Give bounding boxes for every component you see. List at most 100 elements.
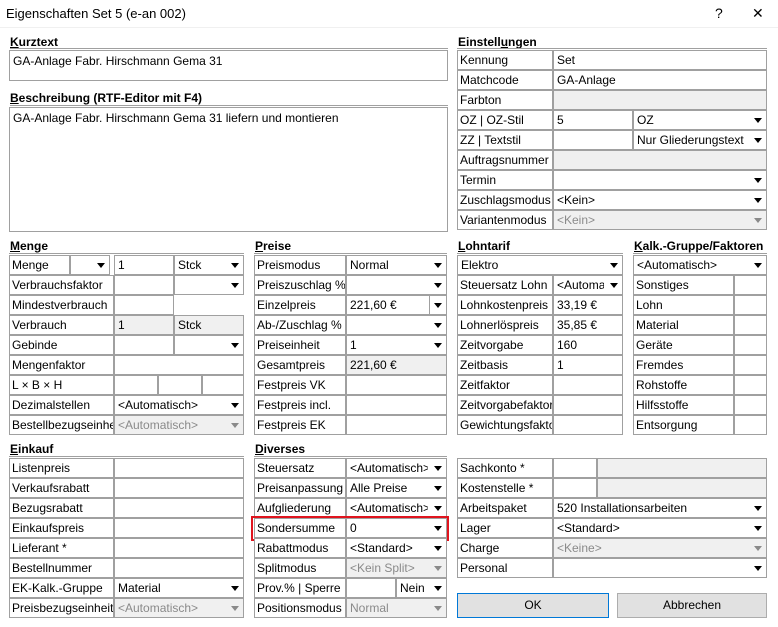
mindestverbrauch-field[interactable]: [114, 295, 174, 315]
verkaufsrabatt-field[interactable]: [114, 478, 244, 498]
termin-select[interactable]: [553, 170, 767, 190]
kalk-hilfsstoffe-field[interactable]: [734, 395, 767, 415]
einzelpreis-select[interactable]: [430, 295, 447, 315]
gebinde-unit-select[interactable]: [174, 335, 244, 355]
chevron-down-icon[interactable]: [750, 499, 766, 517]
dezimalstellen-select[interactable]: <Automatisch>: [114, 395, 244, 415]
kalk-sonstiges-field[interactable]: [734, 275, 767, 295]
ek-kalk-gruppe-select[interactable]: Material: [114, 578, 244, 598]
chevron-down-icon[interactable]: [430, 316, 446, 334]
chevron-down-icon[interactable]: [430, 579, 446, 597]
hoehe-field[interactable]: [202, 375, 244, 395]
kalk-geraete-field[interactable]: [734, 335, 767, 355]
zuschlagsmodus-select[interactable]: <Kein>: [553, 190, 767, 210]
festpreis-vk-field[interactable]: [346, 375, 447, 395]
chevron-down-icon[interactable]: [93, 256, 109, 274]
chevron-down-icon[interactable]: [750, 191, 766, 209]
menge-operator-select[interactable]: [70, 255, 110, 275]
bezugsrabatt-field[interactable]: [114, 498, 244, 518]
kalk-gruppe-select[interactable]: <Automatisch>: [633, 255, 767, 275]
zeitvorgabefaktor-field[interactable]: [553, 395, 623, 415]
kennung-field[interactable]: Set: [553, 50, 767, 70]
arbeitspaket-select[interactable]: 520 Installationsarbeiten: [553, 498, 767, 518]
preismodus-select[interactable]: Normal: [346, 255, 447, 275]
lohnkostenpreis-field[interactable]: 33,19 €: [553, 295, 623, 315]
prov-field[interactable]: [346, 578, 396, 598]
matchcode-field[interactable]: GA-Anlage: [553, 70, 767, 90]
mengenfaktor-field[interactable]: [114, 355, 244, 375]
kalk-rohstoffe-field[interactable]: [734, 375, 767, 395]
kostenstelle-field[interactable]: [553, 478, 597, 498]
close-button[interactable]: ✕: [752, 5, 764, 22]
farbton-field[interactable]: [553, 90, 767, 110]
chevron-down-icon[interactable]: [227, 336, 243, 354]
cancel-button[interactable]: Abbrechen: [617, 593, 767, 618]
preisanpassung-select[interactable]: Alle Preise: [346, 478, 447, 498]
gebinde-field[interactable]: [114, 335, 174, 355]
chevron-down-icon[interactable]: [430, 539, 446, 557]
verbrauchsfaktor-field[interactable]: [114, 275, 174, 295]
kalk-fremdes-field[interactable]: [734, 355, 767, 375]
kalk-material-field[interactable]: [734, 315, 767, 335]
zeitvorgabe-field[interactable]: 160: [553, 335, 623, 355]
chevron-down-icon[interactable]: [227, 579, 243, 597]
lager-select[interactable]: <Standard>: [553, 518, 767, 538]
steuersatz-select[interactable]: <Automatisch>: [346, 458, 447, 478]
oz-field[interactable]: 5: [553, 110, 633, 130]
chevron-down-icon[interactable]: [430, 256, 446, 274]
lohntarif-select[interactable]: Elektro: [457, 255, 623, 275]
preiseinheit-select[interactable]: 1: [346, 335, 447, 355]
chevron-down-icon[interactable]: [750, 111, 766, 129]
chevron-down-icon[interactable]: [430, 276, 446, 294]
auftragsnummer-field[interactable]: [553, 150, 767, 170]
kalk-lohn-field[interactable]: [734, 295, 767, 315]
abzuschlag-select[interactable]: [346, 315, 447, 335]
chevron-down-icon[interactable]: [606, 276, 622, 294]
festpreis-incl-field[interactable]: [346, 395, 447, 415]
menge-field[interactable]: 1: [114, 255, 174, 275]
breite-field[interactable]: [158, 375, 202, 395]
help-button[interactable]: ?: [715, 5, 723, 21]
ok-button[interactable]: OK: [457, 593, 609, 618]
aufgliederung-select[interactable]: <Automatisch>: [346, 498, 447, 518]
rabattmodus-select[interactable]: <Standard>: [346, 538, 447, 558]
zz-style-select[interactable]: Nur Gliederungstext: [633, 130, 767, 150]
chevron-down-icon[interactable]: [227, 276, 243, 294]
gewichtungsfaktor-field[interactable]: [553, 415, 623, 435]
sachkonto-field[interactable]: [553, 458, 597, 478]
chevron-down-icon[interactable]: [430, 336, 446, 354]
chevron-down-icon[interactable]: [430, 459, 446, 477]
zeitbasis-field[interactable]: 1: [553, 355, 623, 375]
einkaufspreis-field[interactable]: [114, 518, 244, 538]
verbrauchsfaktor-unit-select[interactable]: [174, 275, 244, 295]
kalk-entsorgung-field[interactable]: [734, 415, 767, 435]
chevron-down-icon[interactable]: [430, 296, 446, 314]
sperre-select[interactable]: Nein: [396, 578, 447, 598]
chevron-down-icon[interactable]: [227, 396, 243, 414]
personal-select[interactable]: [553, 558, 767, 578]
chevron-down-icon[interactable]: [750, 171, 766, 189]
laenge-field[interactable]: [114, 375, 158, 395]
festpreis-ek-field[interactable]: [346, 415, 447, 435]
chevron-down-icon[interactable]: [430, 499, 446, 517]
listenpreis-field[interactable]: [114, 458, 244, 478]
preiszuschlag-select[interactable]: [346, 275, 447, 295]
chevron-down-icon[interactable]: [750, 256, 766, 274]
chevron-down-icon[interactable]: [750, 131, 766, 149]
chevron-down-icon[interactable]: [606, 256, 622, 274]
lieferant-field[interactable]: [114, 538, 244, 558]
bestellnummer-field[interactable]: [114, 558, 244, 578]
menge-unit-select[interactable]: Stck: [174, 255, 244, 275]
zeitfaktor-field[interactable]: [553, 375, 623, 395]
beschreibung-textarea[interactable]: GA-Anlage Fabr. Hirschmann Gema 31 liefe…: [9, 107, 448, 232]
einzelpreis-field[interactable]: 221,60 €: [346, 295, 430, 315]
oz-style-select[interactable]: OZ: [633, 110, 767, 130]
chevron-down-icon[interactable]: [750, 519, 766, 537]
lohnerloespreis-field[interactable]: 35,85 €: [553, 315, 623, 335]
chevron-down-icon[interactable]: [227, 256, 243, 274]
steuersatz-lohn-select[interactable]: <Automat: [553, 275, 623, 295]
zz-field[interactable]: [553, 130, 633, 150]
chevron-down-icon[interactable]: [430, 479, 446, 497]
chevron-down-icon[interactable]: [750, 559, 766, 577]
kurztext-input[interactable]: GA-Anlage Fabr. Hirschmann Gema 31: [9, 50, 448, 81]
